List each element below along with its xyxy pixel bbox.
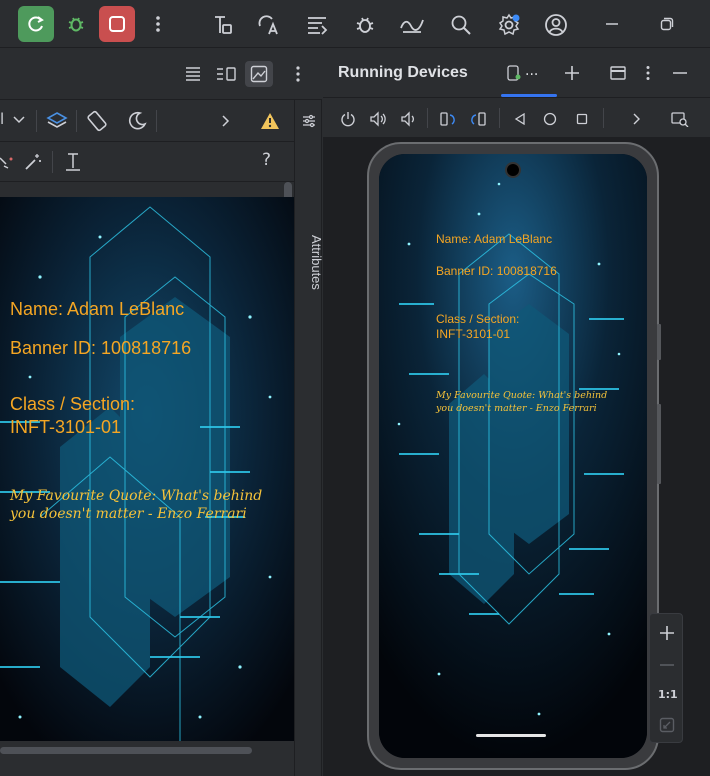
settings-icon[interactable] <box>495 11 523 39</box>
back-icon[interactable] <box>509 108 531 130</box>
attributes-side-panel: Attributes <box>294 100 324 776</box>
search-icon[interactable] <box>448 12 474 38</box>
divider <box>156 110 157 132</box>
side-button <box>657 404 661 484</box>
divider <box>52 151 53 173</box>
more-icon[interactable] <box>146 12 170 36</box>
gesture-nav-bar[interactable] <box>476 734 546 737</box>
main-toolbar <box>0 0 710 48</box>
warning-icon[interactable] <box>258 109 282 133</box>
code-view-icon[interactable] <box>182 64 204 84</box>
bug-icon[interactable] <box>352 12 378 38</box>
name-text: Name: Adam LeBlanc <box>10 299 185 319</box>
design-toolbar: l <box>0 100 322 142</box>
quote-line: My Favourite Quote: What's behind <box>436 390 608 401</box>
layout-inspector-icon[interactable] <box>210 12 236 38</box>
scrollbar-thumb[interactable] <box>0 747 252 754</box>
volume-down-icon[interactable] <box>397 108 419 130</box>
magnet-icon[interactable] <box>0 151 14 173</box>
side-button <box>657 324 661 360</box>
class-value-text: INFT-3101-01 <box>436 327 511 341</box>
running-devices-panel: Running Devices ... Name: Adam LeBlanc B… <box>323 48 710 776</box>
chevron-down-icon[interactable] <box>10 110 28 130</box>
front-camera <box>505 162 521 178</box>
editor-mode-bar <box>0 48 322 100</box>
minimize-icon[interactable] <box>600 12 624 36</box>
panel-more-icon[interactable] <box>288 62 308 86</box>
divider <box>36 110 37 132</box>
running-devices-header: Running Devices ... <box>323 48 710 98</box>
device-tab[interactable]: ... <box>501 48 557 98</box>
design-view-icon[interactable] <box>245 61 273 87</box>
panel-options-icon[interactable] <box>638 62 658 84</box>
restore-icon[interactable] <box>655 12 679 36</box>
class-label-text: Class / Section: <box>436 312 520 326</box>
magic-wand-icon[interactable] <box>22 151 44 173</box>
rotate-right-icon[interactable] <box>467 108 489 130</box>
hide-panel-icon[interactable] <box>669 62 691 84</box>
stop-icon <box>108 15 126 33</box>
rotate-left-icon[interactable] <box>437 108 459 130</box>
class-label-text: Class / Section: <box>10 394 136 414</box>
divider <box>76 110 77 132</box>
tab-underline <box>501 94 557 97</box>
background-image <box>0 197 294 741</box>
translate-icon[interactable] <box>256 12 282 38</box>
layout-preview[interactable]: Name: Adam LeBlanc Banner ID: 100818716 … <box>0 197 294 741</box>
profiler-icon[interactable] <box>398 12 426 38</box>
stop-button[interactable] <box>99 6 135 42</box>
sync-button[interactable] <box>18 6 54 42</box>
baseline-icon[interactable] <box>62 150 84 174</box>
device-controls-bar <box>323 98 710 138</box>
quote-line: My Favourite Quote: What's behind <box>10 488 263 504</box>
chevron-right-icon[interactable] <box>627 108 647 130</box>
device-tab-icon <box>505 64 523 82</box>
zoom-controls: 1:1 <box>649 613 683 743</box>
chevron-right-icon[interactable] <box>216 110 236 132</box>
split-view-icon[interactable] <box>214 64 238 84</box>
attributes-tab[interactable]: Attributes <box>296 235 324 305</box>
debug-icon[interactable] <box>64 12 88 36</box>
class-value-text: INFT-3101-01 <box>10 417 122 437</box>
quote-line: you doesn't matter - Enzo Ferrari <box>10 506 247 523</box>
divider <box>499 108 500 128</box>
device-dropdown-label[interactable]: l <box>0 110 4 128</box>
orientation-icon[interactable] <box>84 109 110 133</box>
logcat-icon[interactable] <box>304 12 330 38</box>
add-device-icon[interactable] <box>561 62 583 84</box>
device-tab-label: ... <box>525 63 539 79</box>
attributes-icon[interactable] <box>299 112 319 130</box>
layers-icon[interactable] <box>44 109 70 133</box>
device-screen[interactable]: Name: Adam LeBlanc Banner ID: 100818716 … <box>379 154 647 758</box>
constraint-toolbar: ? <box>0 142 322 182</box>
power-icon[interactable] <box>337 108 359 130</box>
volume-up-icon[interactable] <box>367 108 389 130</box>
banner-id-text: Banner ID: 100818716 <box>436 264 557 278</box>
name-text: Name: Adam LeBlanc <box>436 232 553 246</box>
window-layout-icon[interactable] <box>607 62 629 84</box>
fit-screen-icon[interactable] <box>656 714 678 736</box>
banner-id-text: Banner ID: 100818716 <box>10 338 192 358</box>
quote-text: My Favourite Quote: What's behind you do… <box>436 390 607 416</box>
zoom-actual-size[interactable]: 1:1 <box>658 688 678 701</box>
divider <box>427 108 428 128</box>
overview-icon[interactable] <box>571 108 593 130</box>
screen-record-icon[interactable] <box>669 108 691 130</box>
zoom-out-icon[interactable] <box>656 654 678 676</box>
quote-line: you doesn't matter - Enzo Ferrari <box>436 402 597 414</box>
divider <box>603 108 604 128</box>
panel-title: Running Devices <box>338 64 468 81</box>
night-mode-icon[interactable] <box>124 109 150 133</box>
horizontal-scrollbar[interactable] <box>0 740 294 776</box>
account-icon[interactable] <box>542 11 570 39</box>
help-icon[interactable]: ? <box>262 150 271 170</box>
zoom-in-icon[interactable] <box>656 622 678 644</box>
quote-text: My Favourite Quote: What's behind you do… <box>10 487 262 523</box>
home-icon[interactable] <box>539 108 561 130</box>
device-frame: Name: Adam LeBlanc Banner ID: 100818716 … <box>367 142 661 770</box>
sync-icon <box>26 14 46 34</box>
